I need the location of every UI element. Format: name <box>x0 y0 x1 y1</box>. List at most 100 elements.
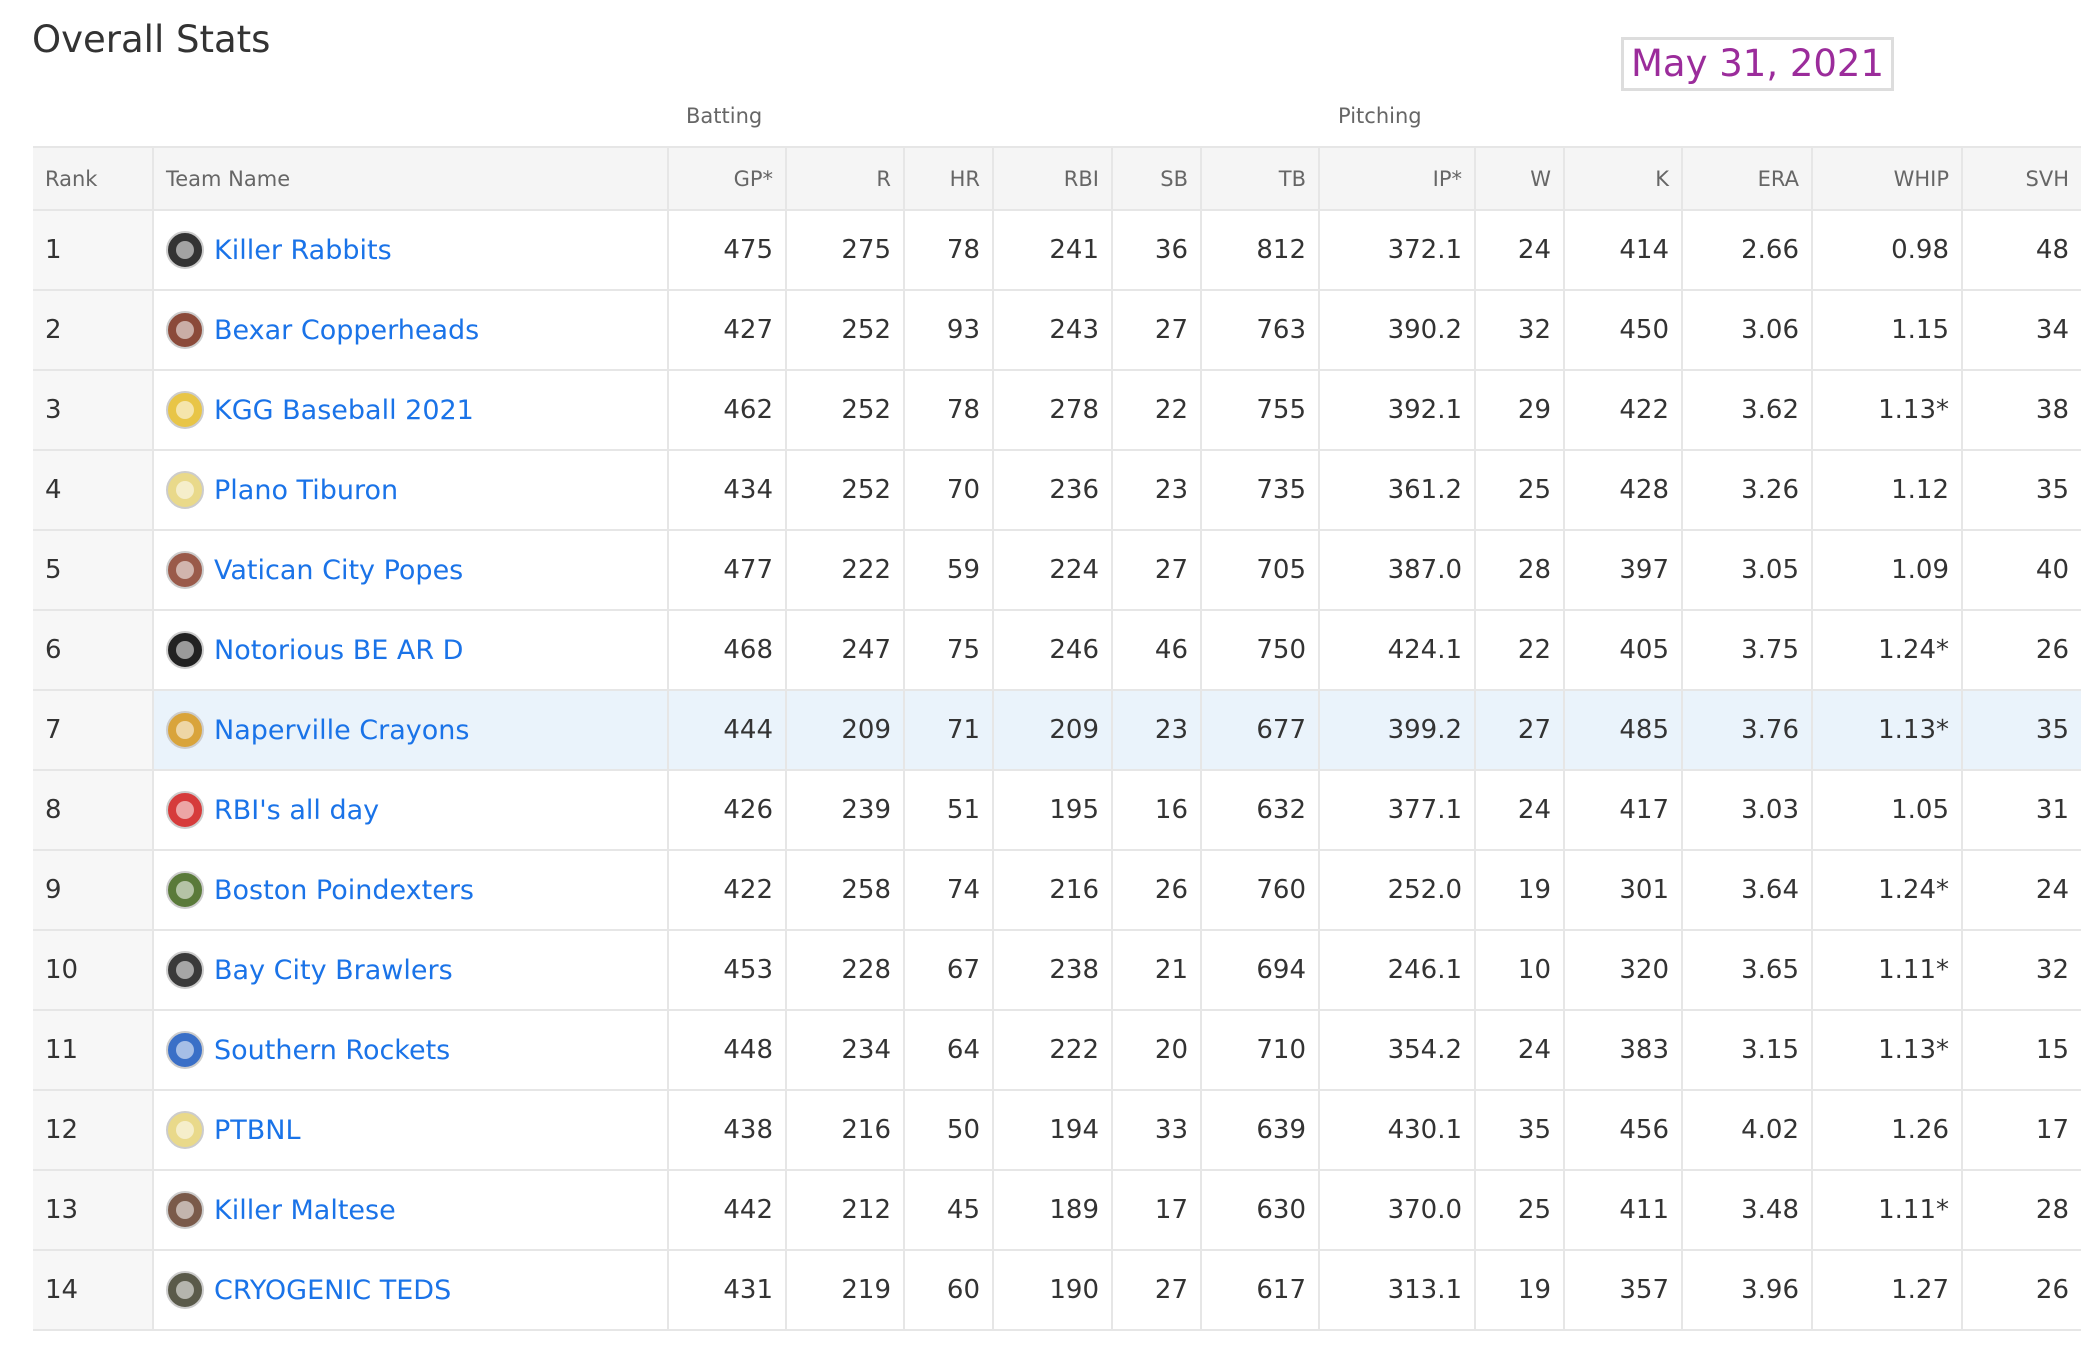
svh-cell: 34 <box>1962 290 2081 371</box>
tb-cell: 735 <box>1201 450 1320 531</box>
hr-cell: 67 <box>904 930 994 1011</box>
sb-cell: 23 <box>1112 690 1202 771</box>
table-row[interactable]: 7 Naperville Crayons 444 209 71 209 23 677 399.2… <box>33 690 2081 771</box>
team-name-link[interactable]: KGG Baseball 2021 <box>214 395 474 426</box>
sb-cell: 22 <box>1112 370 1202 451</box>
column-header-ip[interactable]: IP* <box>1319 146 1476 211</box>
team-name-link[interactable]: Plano Tiburon <box>214 475 398 506</box>
rank-cell: 8 <box>33 770 154 851</box>
k-cell: 320 <box>1564 930 1683 1011</box>
k-cell: 414 <box>1564 210 1683 291</box>
k-cell: 411 <box>1564 1170 1683 1251</box>
rank-cell: 2 <box>33 290 154 371</box>
gp-cell: 426 <box>668 770 787 851</box>
k-cell: 428 <box>1564 450 1683 531</box>
sb-cell: 27 <box>1112 1250 1202 1331</box>
gp-cell: 422 <box>668 850 787 931</box>
whip-cell[interactable]: 1.11* <box>1812 930 1963 1011</box>
table-row[interactable]: 11 Southern Rockets 448 234 64 222 20 710 354.2 2… <box>33 1010 2081 1091</box>
column-header-k[interactable]: K <box>1564 146 1683 211</box>
whip-cell[interactable]: 1.11* <box>1812 1170 1963 1251</box>
whip-cell[interactable]: 1.13* <box>1812 690 1963 771</box>
hr-cell: 70 <box>904 450 994 531</box>
column-header-era[interactable]: ERA <box>1682 146 1813 211</box>
whip-cell: 1.09 <box>1812 530 1963 611</box>
table-row[interactable]: 9 Boston Poindexters 422 258 74 216 26 760 252.0… <box>33 850 2081 931</box>
tb-cell: 617 <box>1201 1250 1320 1331</box>
table-row[interactable]: 5 Vatican City Popes 477 222 59 224 27 705 387.0… <box>33 530 2081 611</box>
era-cell: 2.66 <box>1682 210 1813 291</box>
table-row[interactable]: 10 Bay City Brawlers 453 228 67 238 21 694 246.1… <box>33 930 2081 1011</box>
w-cell: 35 <box>1475 1090 1565 1171</box>
table-row[interactable]: 8 RBI's all day 426 239 51 195 16 632 377.1 24 417… <box>33 770 2081 851</box>
rocket-logo-icon <box>166 1031 204 1069</box>
gp-cell: 438 <box>668 1090 787 1171</box>
table-row[interactable]: 4 Plano Tiburon 434 252 70 236 23 735 361.2 25 428… <box>33 450 2081 531</box>
tb-cell: 677 <box>1201 690 1320 771</box>
team-name-link[interactable]: PTBNL <box>214 1115 301 1146</box>
hr-cell: 78 <box>904 210 994 291</box>
team-name-link[interactable]: CRYOGENIC TEDS <box>214 1275 451 1306</box>
column-header-rank[interactable]: Rank <box>33 146 154 211</box>
team-name-link[interactable]: Notorious BE AR D <box>214 635 463 666</box>
team-name-link[interactable]: Southern Rockets <box>214 1035 450 1066</box>
whip-cell[interactable]: 1.13* <box>1812 1010 1963 1091</box>
ip-cell: 377.1 <box>1319 770 1476 851</box>
column-header-r[interactable]: R <box>786 146 905 211</box>
rbi-cell: 278 <box>993 370 1113 451</box>
rbi-cell: 189 <box>993 1170 1113 1251</box>
tb-cell: 630 <box>1201 1170 1320 1251</box>
tb-cell: 705 <box>1201 530 1320 611</box>
table-row[interactable]: 13 Killer Maltese 442 212 45 189 17 630 370.0 25 4… <box>33 1170 2081 1251</box>
team-name-link[interactable]: Bay City Brawlers <box>214 955 453 986</box>
k-cell: 301 <box>1564 850 1683 931</box>
team-name-link[interactable]: RBI's all day <box>214 795 379 826</box>
table-row[interactable]: 6 Notorious BE AR D 468 247 75 246 46 750 424.1 2… <box>33 610 2081 691</box>
w-cell: 19 <box>1475 1250 1565 1331</box>
ip-cell: 246.1 <box>1319 930 1476 1011</box>
rbi-cell: 216 <box>993 850 1113 931</box>
crayon-logo-icon <box>166 711 204 749</box>
dog-logo-icon <box>166 951 204 989</box>
rbi-cell: 195 <box>993 770 1113 851</box>
hr-cell: 93 <box>904 290 994 371</box>
table-row[interactable]: 14 CRYOGENIC TEDS 431 219 60 190 27 617 313.1 19 3… <box>33 1250 2081 1331</box>
column-header-sb[interactable]: SB <box>1112 146 1202 211</box>
era-cell: 3.26 <box>1682 450 1813 531</box>
table-row[interactable]: 2 Bexar Copperheads 427 252 93 243 27 763 390.2 3… <box>33 290 2081 371</box>
gp-cell: 431 <box>668 1250 787 1331</box>
team-name-link[interactable]: Killer Maltese <box>214 1195 396 1226</box>
table-row[interactable]: 3 KGG Baseball 2021 462 252 78 278 22 755 392.1 2… <box>33 370 2081 451</box>
svh-cell: 24 <box>1962 850 2081 931</box>
column-header-gp[interactable]: GP* <box>668 146 787 211</box>
whip-cell[interactable]: 1.24* <box>1812 610 1963 691</box>
table-row[interactable]: 1 Killer Rabbits 475 275 78 241 36 812 372.1 24 41… <box>33 210 2081 291</box>
sb-cell: 33 <box>1112 1090 1202 1171</box>
whip-cell[interactable]: 1.24* <box>1812 850 1963 931</box>
team-name-link[interactable]: Boston Poindexters <box>214 875 474 906</box>
column-header-whip[interactable]: WHIP <box>1812 146 1963 211</box>
rbi-cell: 241 <box>993 210 1113 291</box>
table-row[interactable]: 12 PTBNL 438 216 50 194 33 639 430.1 35 456 4.02 1.2… <box>33 1090 2081 1171</box>
whip-cell[interactable]: 1.13* <box>1812 370 1963 451</box>
team-name-link[interactable]: Killer Rabbits <box>214 235 392 266</box>
team-name-link[interactable]: Bexar Copperheads <box>214 315 479 346</box>
team-name-link[interactable]: Vatican City Popes <box>214 555 463 586</box>
r-cell: 239 <box>786 770 905 851</box>
ip-cell: 361.2 <box>1319 450 1476 531</box>
gp-cell: 434 <box>668 450 787 531</box>
column-header-tb[interactable]: TB <box>1201 146 1320 211</box>
w-cell: 24 <box>1475 1010 1565 1091</box>
column-header-team-name[interactable]: Team Name <box>153 146 669 211</box>
column-header-rbi[interactable]: RBI <box>993 146 1113 211</box>
bear-logo-icon <box>166 631 204 669</box>
rank-cell: 3 <box>33 370 154 451</box>
rank-cell: 5 <box>33 530 154 611</box>
column-header-w[interactable]: W <box>1475 146 1565 211</box>
ip-cell: 430.1 <box>1319 1090 1476 1171</box>
team-name-link[interactable]: Naperville Crayons <box>214 715 469 746</box>
column-header-svh[interactable]: SVH <box>1962 146 2081 211</box>
hr-cell: 64 <box>904 1010 994 1091</box>
column-header-hr[interactable]: HR <box>904 146 994 211</box>
whip-cell: 1.26 <box>1812 1090 1963 1171</box>
